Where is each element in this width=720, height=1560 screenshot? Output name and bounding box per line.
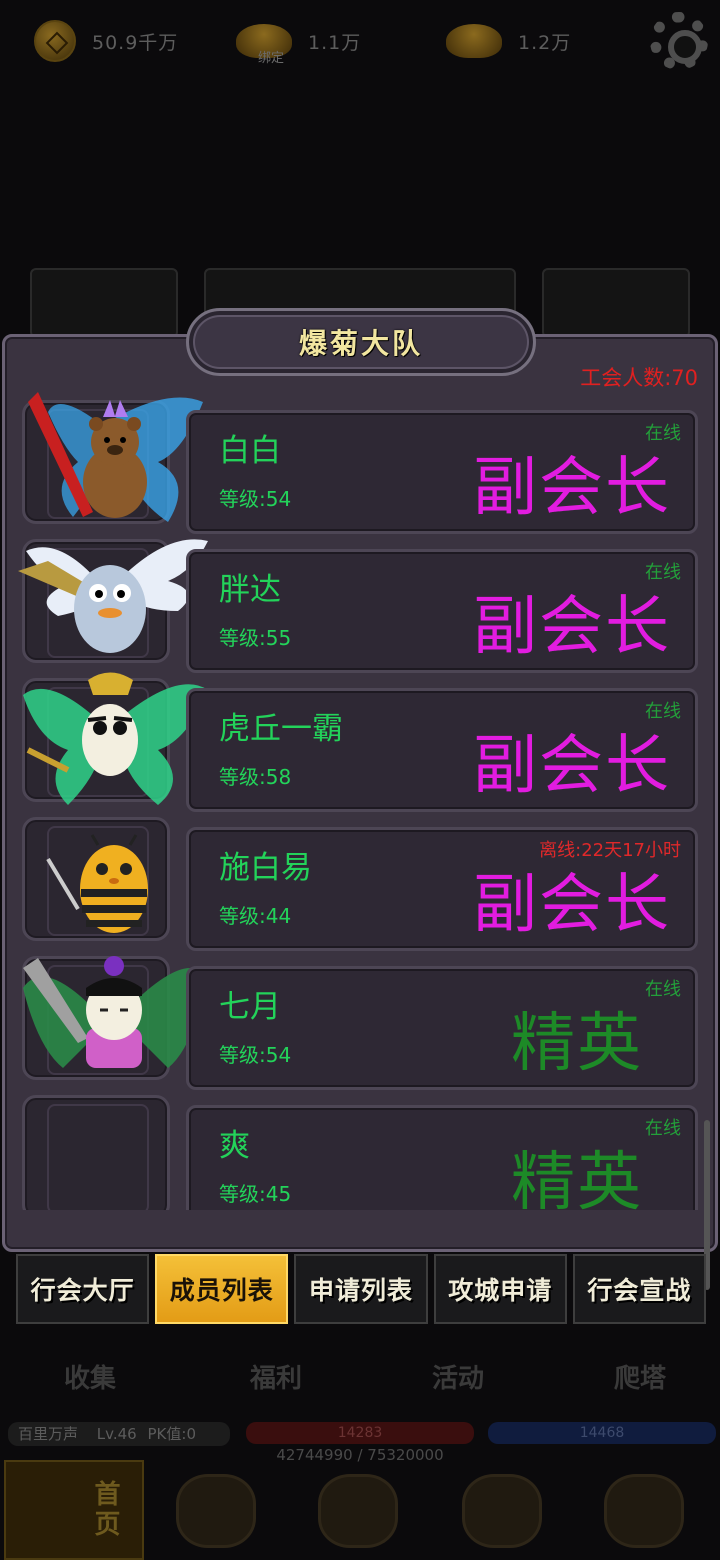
member-level: 等级:45	[219, 1182, 292, 1206]
online-status: 在线	[645, 423, 681, 444]
member-rank: 副会长	[473, 868, 671, 942]
avatar-frame	[22, 1095, 170, 1210]
tab-collect[interactable]: 收集	[64, 1358, 116, 1395]
meditation-icon[interactable]	[462, 1474, 542, 1548]
background-tile	[542, 268, 690, 338]
tab-application-list[interactable]: 申请列表	[294, 1254, 428, 1324]
tab-siege-application[interactable]: 攻城申请	[433, 1254, 567, 1324]
member-rank: 副会长	[473, 590, 671, 664]
guild-name-title: 爆菊大队	[186, 308, 536, 376]
yin-yang-icon[interactable]	[604, 1474, 684, 1548]
member-rank: 副会长	[473, 729, 671, 803]
member-name: 施白易	[219, 850, 312, 886]
online-status: 在线	[645, 562, 681, 583]
member-row[interactable]: 七月 等级:54 在线 精英	[18, 948, 702, 1090]
offline-status: 离线:22天17小时	[539, 840, 681, 861]
background-tile	[30, 268, 178, 338]
tab-events[interactable]: 活动	[432, 1358, 484, 1395]
feature-tabs: 收集 福利 活动 爬塔	[0, 1358, 720, 1398]
player-status-bar: 百里万声 Lv.46 PK值:0 14283 14468 42744990 / …	[0, 1420, 720, 1464]
player-name: 百里万声	[18, 1425, 79, 1443]
member-card[interactable]: 爽 等级:45 在线 精英	[186, 1105, 698, 1210]
bottom-nav: 首页	[0, 1460, 720, 1560]
member-level: 等级:44	[219, 904, 292, 928]
member-card[interactable]: 白白 等级:54 在线 副会长	[186, 410, 698, 534]
copper-coin-icon	[34, 20, 76, 62]
member-rank: 精英	[511, 1146, 643, 1210]
tab-tower[interactable]: 爬塔	[614, 1358, 666, 1395]
member-card[interactable]: 施白易 等级:44 离线:22天17小时 副会长	[186, 827, 698, 951]
member-list[interactable]: 白白 等级:54 在线 副会长 胖达 等级:55 在线 副会长 虎丘一霸 等级:…	[18, 392, 702, 1210]
online-status: 在线	[645, 701, 681, 722]
tab-benefits[interactable]: 福利	[250, 1358, 302, 1395]
player-level: Lv.46	[96, 1425, 137, 1443]
member-row[interactable]: 虎丘一霸 等级:58 在线 副会长	[18, 670, 702, 812]
gold-ingot-currency: 1.2万	[446, 18, 571, 64]
member-count: 工会人数:70	[580, 366, 698, 390]
gold-ingot-amount: 1.2万	[518, 31, 572, 54]
online-status: 在线	[645, 1118, 681, 1139]
helmet-icon[interactable]	[176, 1474, 256, 1548]
tab-member-list[interactable]: 成员列表	[155, 1254, 289, 1324]
member-name: 虎丘一霸	[219, 711, 343, 747]
player-info: 百里万声 Lv.46 PK值:0	[8, 1422, 230, 1446]
nav-home[interactable]: 首页	[4, 1460, 144, 1560]
member-row[interactable]: 施白易 等级:44 离线:22天17小时 副会长	[18, 809, 702, 951]
tab-guild-hall[interactable]: 行会大厅	[16, 1254, 150, 1324]
gear-icon[interactable]	[650, 12, 708, 70]
member-level: 等级:54	[219, 487, 292, 511]
guild-tabs: 行会大厅 成员列表 申请列表 攻城申请 行会宣战	[16, 1254, 707, 1324]
bound-ingot-amount: 1.1万	[308, 31, 362, 54]
tab-guild-war[interactable]: 行会宣战	[572, 1254, 707, 1324]
member-card[interactable]: 七月 等级:54 在线 精英	[186, 966, 698, 1090]
guild-name: 爆菊大队	[298, 327, 423, 360]
mp-bar: 14468	[488, 1422, 716, 1444]
online-status: 在线	[645, 979, 681, 1000]
member-row[interactable]: 胖达 等级:55 在线 副会长	[18, 531, 702, 673]
gold-ingot-icon	[446, 24, 502, 58]
member-name: 胖达	[219, 572, 281, 608]
copper-amount: 50.9千万	[92, 31, 179, 54]
member-level: 等级:54	[219, 1043, 292, 1067]
nav-home-label: 首页	[90, 1480, 120, 1540]
member-level: 等级:58	[219, 765, 292, 789]
currency-bar: 50.9千万 绑定 1.1万 1.2万	[0, 0, 720, 90]
member-rank: 副会长	[473, 451, 671, 525]
bound-ingot-icon: 绑定	[236, 24, 292, 66]
member-row[interactable]: 爽 等级:45 在线 精英	[18, 1087, 702, 1210]
member-level: 等级:55	[219, 626, 292, 650]
copper-currency: 50.9千万	[34, 18, 178, 64]
bag-icon[interactable]	[318, 1474, 398, 1548]
hp-bar: 14283	[246, 1422, 474, 1444]
bound-ingot-currency: 绑定 1.1万	[236, 18, 362, 66]
member-name: 爽	[219, 1128, 250, 1164]
member-card[interactable]: 虎丘一霸 等级:58 在线 副会长	[186, 688, 698, 812]
member-row[interactable]: 白白 等级:54 在线 副会长	[18, 392, 702, 534]
member-card[interactable]: 胖达 等级:55 在线 副会长	[186, 549, 698, 673]
member-name: 七月	[219, 989, 281, 1025]
player-pk: PK值:0	[147, 1425, 196, 1443]
member-rank: 精英	[511, 1007, 643, 1081]
member-name: 白白	[219, 433, 281, 469]
